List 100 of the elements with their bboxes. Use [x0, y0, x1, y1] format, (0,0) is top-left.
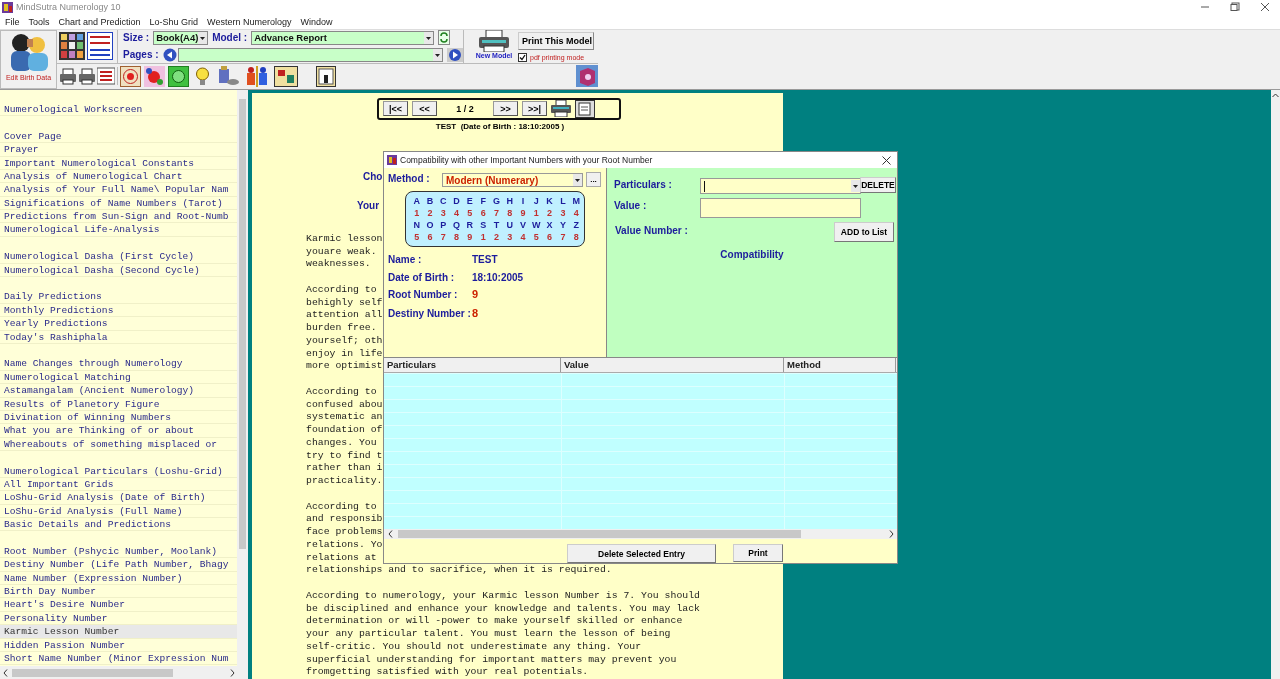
menu-item[interactable]: File	[2, 16, 23, 27]
scroll-left-icon[interactable]	[388, 530, 393, 538]
method-dropdown[interactable]: Modern (Numerary)	[442, 173, 583, 187]
print-button[interactable]: Print	[733, 544, 783, 562]
sidebar-item[interactable]: Astamangalam (Ancient Numerology)	[0, 384, 237, 398]
delete-entry-button[interactable]: Delete Selected Entry	[567, 544, 716, 563]
sidebar-item[interactable]: Numerological Workscreen	[0, 102, 237, 117]
caret-icon[interactable]	[573, 174, 582, 186]
sidebar-item[interactable]: Important Numerological Constants	[0, 156, 237, 170]
sidebar-item[interactable]: Prayer	[0, 143, 237, 157]
scroll-thumb[interactable]	[398, 530, 801, 538]
detail-value: TEST	[472, 254, 498, 265]
sidebar-item[interactable]: Numerological Life-Analysis	[0, 223, 237, 237]
menu-item[interactable]: Chart and Prediction	[55, 16, 144, 27]
print-preview-icon[interactable]	[575, 99, 595, 118]
menu-item[interactable]: Lo-Shu Grid	[146, 16, 202, 27]
nav-button[interactable]: |<<	[383, 101, 408, 117]
sidebar-item[interactable]: Basic Details and Predictions	[0, 518, 237, 532]
back-icon[interactable]	[162, 47, 177, 62]
window-title: MindSutra Numerology 10	[16, 2, 122, 13]
nav-button[interactable]: <<	[412, 101, 437, 117]
grid-icon[interactable]	[59, 32, 85, 61]
sidebar-item[interactable]: Today's Rashiphala	[0, 330, 237, 344]
sidebar-item[interactable]: Numerological Dasha (First Cycle)	[0, 250, 237, 264]
sidebar-item[interactable]: Numerological Matching	[0, 370, 237, 385]
scrollbar[interactable]	[384, 529, 897, 539]
letter-text: V	[519, 220, 528, 232]
delete-button[interactable]: DELETE	[860, 177, 896, 193]
target-icon[interactable]	[120, 65, 141, 87]
sidebar-item[interactable]: Name Number (Expression Number)	[0, 571, 237, 585]
dots-icon[interactable]	[144, 65, 165, 87]
caret-icon[interactable]	[424, 31, 434, 44]
bottle-icon[interactable]	[216, 65, 240, 87]
number-text: 7	[439, 232, 447, 244]
sidebar-item[interactable]: Monthly Predictions	[0, 303, 237, 318]
picture-icon[interactable]	[274, 65, 298, 87]
sidebar-item[interactable]: Divination of Winning Numbers	[0, 410, 237, 425]
close-icon[interactable]	[1260, 2, 1270, 13]
sidebar-item[interactable]: Name Changes through Numerology	[0, 357, 237, 371]
printer-icon[interactable]	[551, 100, 571, 118]
nav-button[interactable]: >>	[493, 101, 518, 117]
sidebar-item[interactable]: Numerological Particulars (Loshu-Grid)	[0, 464, 237, 478]
menu-item[interactable]: Western Numerology	[204, 16, 295, 27]
sidebar-item[interactable]: Analysis of Your Full Name\ Popular Nam	[0, 183, 237, 197]
caret-icon[interactable]	[851, 180, 860, 192]
sidebar-item[interactable]: Significations of Name Numbers (Tarot)	[0, 196, 237, 211]
size-dropdown[interactable]: Book(A4)	[153, 30, 209, 45]
letter-text: N	[412, 220, 421, 232]
sidebar-item[interactable]: Numerological Dasha (Second Cycle)	[0, 263, 237, 278]
value-field[interactable]	[700, 198, 861, 218]
sidebar-item[interactable]: Whereabouts of something misplaced or	[0, 437, 237, 452]
printer-icon[interactable]	[59, 67, 77, 86]
chart-icon[interactable]	[87, 32, 113, 61]
sidebar-item[interactable]: Short Name Number (Minor Expression Num	[0, 651, 237, 666]
sidebar-item[interactable]: Results of Planetory Figure	[0, 397, 237, 411]
print-model-button[interactable]: Print This Model	[518, 31, 594, 50]
scrollbar[interactable]	[1271, 89, 1280, 679]
sidebar-item[interactable]: Karmic Lesson Number	[0, 625, 237, 639]
scroll-right-icon[interactable]	[230, 668, 235, 677]
caret-icon[interactable]	[198, 31, 208, 44]
scroll-up-icon[interactable]	[1272, 92, 1279, 98]
scroll-thumb[interactable]	[12, 668, 173, 677]
caret-icon[interactable]	[433, 48, 442, 61]
model-dropdown[interactable]: Advance Report	[251, 30, 435, 45]
sidebar-item[interactable]: Heart's Desire Number	[0, 598, 237, 612]
sidebar-item[interactable]: Root Number (Pshycic Number, Moolank)	[0, 544, 237, 559]
sidebar-item[interactable]: Hidden Passion Number	[0, 638, 237, 652]
pages-label: Pages :	[123, 49, 159, 61]
nav-button[interactable]: >>|	[522, 101, 547, 117]
sidebar-item[interactable]: Cover Page	[0, 129, 237, 144]
forward-icon[interactable]	[447, 47, 463, 62]
sidebar-item[interactable]: Daily Predictions	[0, 290, 237, 304]
sidebar-item[interactable]: Birth Day Number	[0, 585, 237, 599]
add-to-list-button[interactable]: ADD to List	[834, 222, 894, 242]
letter-text: Z	[572, 220, 580, 232]
refresh-icon[interactable]	[438, 30, 451, 46]
scroll-thumb[interactable]	[239, 98, 246, 549]
menu-item[interactable]: Tools	[25, 16, 53, 27]
sidebar-item[interactable]: Analysis of Numerological Chart	[0, 169, 237, 184]
sidebar-item[interactable]: Yearly Predictions	[0, 317, 237, 331]
scroll-left-icon[interactable]	[3, 668, 8, 677]
sidebar-item[interactable]: All Important Grids	[0, 477, 237, 492]
sidebar-item[interactable]: LoShu-Grid Analysis (Full Name)	[0, 504, 237, 519]
list-icon[interactable]	[97, 67, 115, 86]
close-icon[interactable]	[882, 155, 891, 165]
scroll-right-icon[interactable]	[889, 530, 894, 538]
sidebar-item[interactable]: Predictions from Sun-Sign and Root-Numb	[0, 210, 237, 224]
particulars-label: Particulars :	[614, 179, 672, 190]
sidebar-item[interactable]: What you are Thinking of or about	[0, 424, 237, 438]
menu-item[interactable]: Window	[297, 16, 336, 27]
sidebar-item[interactable]: LoShu-Grid Analysis (Date of Birth)	[0, 491, 237, 505]
checkbox[interactable]	[518, 52, 527, 62]
sidebar-item[interactable]: Destiny Number (Life Path Number, Bhagy	[0, 558, 237, 572]
number-text: 2	[492, 232, 500, 244]
maximize-icon[interactable]	[1230, 2, 1240, 13]
book-icon[interactable]	[576, 65, 598, 88]
more-button[interactable]: ...	[586, 172, 601, 187]
tile-icon[interactable]	[316, 65, 336, 87]
printer-icon[interactable]	[78, 67, 96, 86]
text-line: Karmic lesson	[306, 232, 383, 246]
